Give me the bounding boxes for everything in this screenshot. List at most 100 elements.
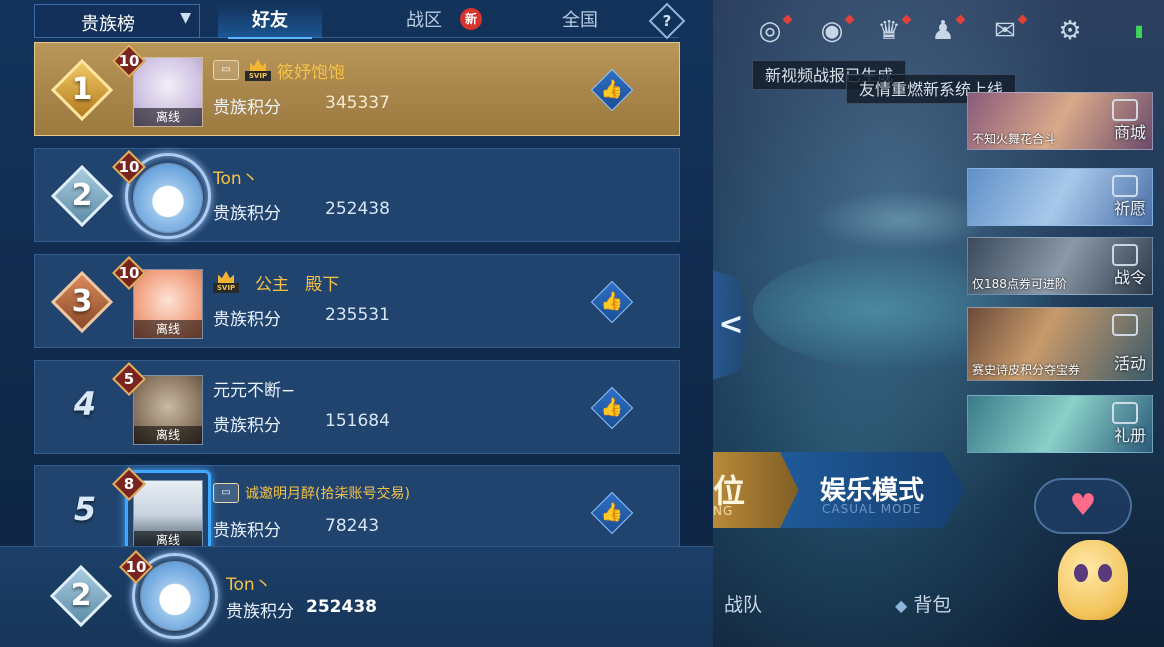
side-card-shop[interactable]: 不知火舞花合斗 商城 (967, 92, 1153, 150)
offline-label: 离线 (134, 108, 202, 126)
score-label: 贵族积分 (213, 310, 281, 330)
gift-book-icon (1112, 402, 1138, 424)
leaderboard-tabbar: 贵族榜 ▼ 好友 战区 新 全国 ? (34, 2, 686, 40)
side-card-caption: 不知火舞花合斗 (972, 132, 1057, 146)
card-icon: ▭ (213, 483, 239, 503)
score-value: 235531 (325, 305, 390, 325)
rank-number: 5 (73, 490, 97, 528)
score-label: 贵族积分 (213, 204, 281, 224)
nav-backpack[interactable]: ◆ 背包 (895, 590, 951, 617)
settings-gear-icon[interactable]: ⚙ (1053, 14, 1087, 48)
leaderboard-row[interactable]: 5 离线 8 ▭ 诚邀明月醉(拾柒账号交易) 贵族积分 78243 👍 (34, 465, 680, 559)
chevron-left-icon: < (718, 307, 744, 342)
eye-icon[interactable]: ◉ (815, 14, 855, 48)
score-label: 贵族积分 (213, 416, 281, 436)
help-glyph: ? (662, 12, 672, 30)
side-card-wish[interactable]: 祈愿 (967, 168, 1153, 226)
side-card-label: 活动 (1113, 354, 1146, 373)
rank-badge-silver: 2 (49, 564, 113, 628)
mascot-eye (1074, 564, 1088, 582)
level-number: 10 (125, 558, 147, 576)
like-button[interactable]: 👍 (590, 491, 634, 535)
wish-icon (1112, 175, 1138, 197)
player-name-line: ▭ SVIP 筱妤饱饱 (213, 57, 345, 83)
player-name-line: 元元不断− (213, 375, 295, 401)
like-button[interactable]: 👍 (590, 68, 634, 112)
nav-backpack-label: 背包 (913, 594, 952, 616)
rank-number: 1 (71, 72, 93, 107)
level-badge: 10 (112, 150, 146, 184)
level-number: 5 (123, 370, 135, 388)
new-badge: 新 (460, 8, 482, 30)
leaderboard-row[interactable]: 1 离线 10 ▭ SVIP 筱妤饱饱 贵族积分 345337 👍 (34, 42, 680, 136)
score-value: 252438 (325, 199, 390, 219)
side-card-activity[interactable]: 赛史诗皮积分夺宝券 活动 (967, 307, 1153, 381)
shop-icon (1112, 99, 1138, 121)
player-name-line: Ton丶 (226, 569, 272, 595)
thumbs-up-icon: 👍 (600, 397, 624, 418)
leaderboard-row[interactable]: 3 离线 10 SVIP 公主 殿下 贵族积分 235531 👍 (34, 254, 680, 348)
like-button[interactable]: 👍 (590, 386, 634, 430)
player-name: 筱妤饱饱 (277, 62, 345, 83)
player-name: 诚邀明月醉(拾柒账号交易) (245, 486, 410, 502)
player-name: 元元不断− (213, 380, 296, 401)
chevron-down-icon: ▼ (180, 10, 191, 26)
player-name-line: ▭ 诚邀明月醉(拾柒账号交易) (213, 480, 410, 506)
friends-icon[interactable]: ♟ (926, 14, 966, 48)
player-name-line: Ton丶 (213, 163, 259, 189)
level-badge: 10 (119, 550, 153, 584)
offline-label: 离线 (134, 320, 202, 338)
heart-icon[interactable]: ♥ (1034, 478, 1132, 534)
like-button[interactable]: 👍 (590, 280, 634, 324)
level-badge: 5 (112, 362, 146, 396)
player-name: Ton丶 (213, 168, 259, 189)
sky-whale-small (813, 190, 993, 250)
my-ranking-bar: 2 10 Ton丶 贵族积分 252438 (0, 546, 713, 647)
mascot-assistant[interactable] (1058, 540, 1128, 620)
thumbs-up-icon: 👍 (600, 502, 624, 523)
player-name: Ton丶 (226, 574, 272, 595)
level-badge: 10 (112, 256, 146, 290)
side-card-gift-book[interactable]: 礼册 (967, 395, 1153, 453)
dropdown-label: 贵族榜 (81, 14, 135, 35)
side-card-caption: 赛史诗皮积分夺宝券 (972, 363, 1081, 377)
level-number: 8 (123, 475, 135, 493)
level-badge: 8 (112, 467, 146, 501)
tab-national[interactable]: 全国 (540, 4, 620, 38)
score-label: 贵族积分 (213, 98, 281, 118)
target-icon[interactable]: ◎ (753, 14, 793, 48)
thumbs-up-icon: 👍 (600, 79, 624, 100)
rank-number: 2 (70, 578, 92, 613)
score-value: 78243 (325, 516, 380, 536)
score-label: 贵族积分 (213, 521, 281, 541)
help-icon[interactable]: ? (648, 2, 686, 40)
score-value: 252438 (306, 597, 377, 617)
thumbs-up-icon: 👍 (600, 291, 624, 312)
offline-label: 离线 (134, 426, 202, 444)
side-card-label: 商城 (1113, 123, 1146, 142)
leaderboard-panel: 贵族榜 ▼ 好友 战区 新 全国 ? 1 离线 10 ▭ SVIP 筱妤饱饱 贵… (0, 0, 713, 647)
score-value: 345337 (325, 93, 390, 113)
ranked-mode-subtitle: NG (713, 504, 734, 518)
side-card-battlepass[interactable]: 仅188点券可进阶 战令 (967, 237, 1153, 295)
casual-mode-subtitle: CASUAL MODE (822, 502, 922, 516)
rank-badge-silver: 2 (50, 164, 114, 228)
rank-badge-bronze: 3 (50, 270, 114, 334)
level-number: 10 (118, 158, 140, 176)
rank-number: 3 (71, 284, 93, 319)
wifi-battery-icon: ▮ (1134, 21, 1144, 40)
score-label: 贵族积分 (226, 602, 294, 622)
rank-number: 2 (71, 178, 93, 213)
tab-region[interactable]: 战区 (384, 4, 464, 38)
tab-friends[interactable]: 好友 (218, 4, 322, 39)
side-card-caption: 仅188点券可进阶 (972, 277, 1067, 291)
casual-mode-button[interactable]: 娱乐模式 CASUAL MODE (780, 452, 965, 528)
mail-icon[interactable]: ✉ (988, 14, 1028, 48)
side-card-label: 祈愿 (1113, 199, 1146, 218)
trophy-icon[interactable]: ♛ (872, 14, 912, 48)
level-badge: 10 (112, 44, 146, 78)
leaderboard-row[interactable]: 4 离线 5 元元不断− 贵族积分 151684 👍 (34, 360, 680, 454)
leaderboard-row[interactable]: 2 10 Ton丶 贵族积分 252438 (34, 148, 680, 242)
nav-team[interactable]: 战队 (724, 590, 762, 617)
board-type-dropdown[interactable]: 贵族榜 ▼ (34, 4, 200, 38)
